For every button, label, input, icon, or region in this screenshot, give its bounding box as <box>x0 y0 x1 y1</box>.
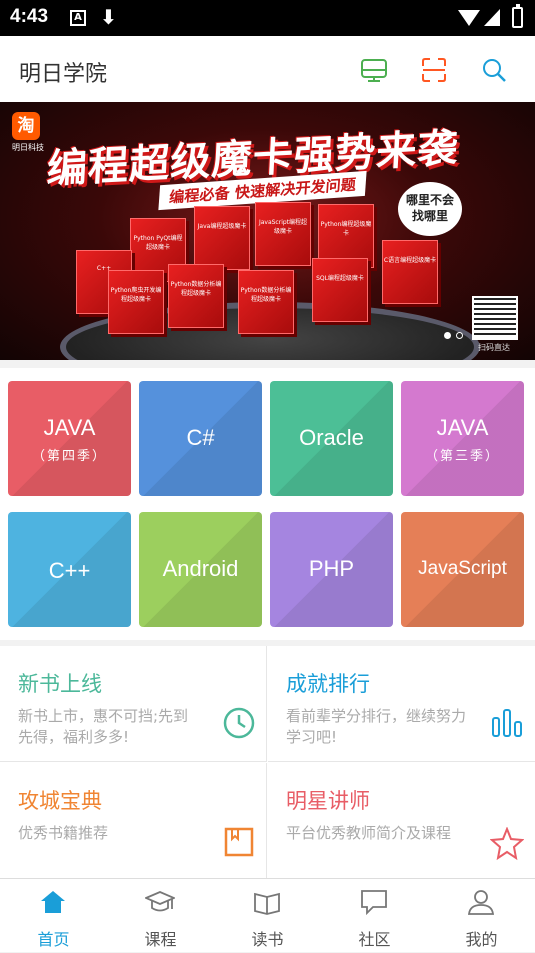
feature-title: 新书上线 <box>18 672 102 696</box>
scan-icon[interactable] <box>420 56 448 84</box>
course-name: C++ <box>48 558 91 583</box>
feature-desc: 看前辈学分排行，继续努力学习吧! <box>286 707 467 746</box>
course-tile-javascript[interactable]: JavaScript <box>401 512 524 627</box>
banner-page-dot-active[interactable] <box>444 332 451 339</box>
banner-book: JavaScript编程超级魔卡 <box>255 202 311 266</box>
notification-a-icon: A <box>70 10 86 26</box>
search-icon[interactable] <box>480 56 508 84</box>
course-name: JAVA <box>436 415 489 440</box>
banner-book: Python数据分析编程超级魔卡 <box>238 270 294 334</box>
bubble-line-2: 找哪里 <box>411 209 448 223</box>
feature-desc: 平台优秀教师简介及课程 <box>286 824 452 842</box>
book-icon <box>224 827 254 857</box>
app-title: 明日学院 <box>19 62 108 87</box>
banner-book: Python爬虫开发编程超级魔卡 <box>108 270 164 334</box>
banner-book: C语言编程超级魔卡 <box>382 240 438 304</box>
chat-bubble-icon <box>361 890 387 916</box>
banner-book: Java编程超级魔卡 <box>194 206 250 270</box>
course-tile-android[interactable]: Android <box>139 512 262 627</box>
wifi-icon <box>458 10 480 26</box>
bubble-line-1: 哪里不会 <box>405 193 454 207</box>
tab-courses[interactable]: 课程 <box>107 879 214 953</box>
battery-icon <box>512 4 523 28</box>
course-grid: JAVA （第四季） C# Oracle JAVA （第三季） C++ Andr… <box>0 368 535 640</box>
feature-book-guide[interactable]: 攻城宝典 优秀书籍推荐 <box>0 763 267 879</box>
feature-desc: 新书上市，惠不可挡;先到先得，福利多多! <box>18 707 189 746</box>
feature-star-teachers[interactable]: 明星讲师 平台优秀教师简介及课程 <box>268 763 535 879</box>
course-name: PHP <box>308 556 355 581</box>
user-icon <box>467 890 495 915</box>
course-tile-oracle[interactable]: Oracle <box>270 381 393 496</box>
tab-label: 课程 <box>144 930 177 949</box>
course-season: （第四季） <box>31 448 107 463</box>
tab-mine[interactable]: 我的 <box>428 879 535 953</box>
download-icon: ⬇ <box>100 5 117 29</box>
status-bar: 4:43 A ⬇ <box>0 0 535 36</box>
clock-icon <box>223 707 255 739</box>
course-season: （第三季） <box>424 448 500 463</box>
tab-label: 社区 <box>358 930 391 949</box>
app-bar: 明日学院 <box>0 36 535 102</box>
course-name: Android <box>162 556 239 581</box>
feature-new-books[interactable]: 新书上线 新书上市，惠不可挡;先到先得，福利多多! <box>0 646 267 762</box>
banner-speech-bubble: 哪里不会 找哪里 <box>398 182 462 236</box>
graduation-cap-icon <box>145 891 175 912</box>
feature-title: 明星讲师 <box>286 789 370 813</box>
tab-reading[interactable]: 读书 <box>214 879 321 953</box>
feature-title: 成就排行 <box>286 672 370 696</box>
qr-code <box>472 296 518 340</box>
qr-caption: 扫码直达 <box>478 343 510 352</box>
feature-title: 攻城宝典 <box>18 789 102 813</box>
course-name: JAVA <box>43 415 96 440</box>
taobao-logo-icon: 淘 <box>12 112 40 140</box>
home-icon <box>41 891 65 913</box>
course-tile-php[interactable]: PHP <box>270 512 393 627</box>
banner-book: Python数据分析编程超级魔卡 <box>168 264 224 328</box>
promo-banner[interactable]: 淘 明日科技 编程超级魔卡强势来袭 编程必备 快速解决开发问题 哪里不会 找哪里… <box>0 102 535 360</box>
course-name: JavaScript <box>418 558 507 579</box>
bottom-tab-bar: 首页 课程 读书 社区 我的 <box>0 878 535 952</box>
open-book-icon <box>254 892 280 915</box>
tab-label: 读书 <box>251 930 284 949</box>
course-tile-cpp[interactable]: C++ <box>8 512 131 627</box>
tv-icon[interactable] <box>360 56 388 84</box>
tab-community[interactable]: 社区 <box>321 879 428 953</box>
bar-chart-icon <box>492 709 522 737</box>
star-icon <box>490 827 524 861</box>
feature-desc: 优秀书籍推荐 <box>18 824 109 842</box>
tab-home[interactable]: 首页 <box>0 879 107 953</box>
course-name: C# <box>186 425 215 450</box>
tab-label: 首页 <box>37 930 70 949</box>
course-tile-csharp[interactable]: C# <box>139 381 262 496</box>
course-tile-java-3[interactable]: JAVA （第三季） <box>401 381 524 496</box>
course-tile-java-4[interactable]: JAVA （第四季） <box>8 381 131 496</box>
banner-book: SQL编程超级魔卡 <box>312 258 368 322</box>
course-name: Oracle <box>299 425 364 450</box>
feature-rankings[interactable]: 成就排行 看前辈学分排行，继续努力学习吧! <box>268 646 535 762</box>
logo-caption: 明日科技 <box>12 143 44 152</box>
banner-page-dot[interactable] <box>456 332 463 339</box>
feature-cards: 新书上线 新书上市，惠不可挡;先到先得，福利多多! 成就排行 看前辈学分排行，继… <box>0 646 535 879</box>
cell-signal-icon <box>484 9 500 26</box>
status-time: 4:43 <box>10 6 49 27</box>
tab-label: 我的 <box>465 930 498 949</box>
